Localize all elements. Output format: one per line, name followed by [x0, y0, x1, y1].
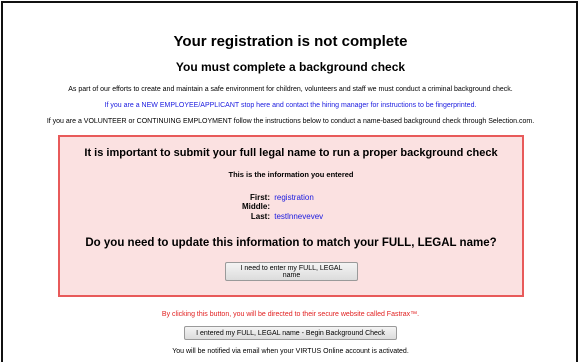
new-employee-note: If you are a NEW EMPLOYEE/APPLICANT stop… — [104, 102, 477, 109]
update-legal-name-button[interactable]: I need to enter my FULL, LEGAL name — [225, 262, 358, 281]
first-name-value: registration — [274, 193, 314, 202]
middle-name-row: Middle: — [210, 202, 272, 211]
first-name-label: First: — [250, 193, 270, 202]
legal-name-panel: It is important to submit your full lega… — [58, 135, 524, 297]
activation-notify-note: You will be notified via email when your… — [172, 348, 409, 355]
first-name-row: First: registration — [210, 193, 314, 202]
last-name-value: testlnnevevev — [274, 212, 324, 221]
update-question: Do you need to update this information t… — [85, 237, 497, 249]
begin-background-check-button[interactable]: I entered my FULL, LEGAL name - Begin Ba… — [184, 326, 397, 340]
panel-heading: It is important to submit your full lega… — [84, 147, 498, 159]
middle-name-label: Middle: — [242, 202, 270, 211]
entered-info-label: This is the information you entered — [228, 170, 354, 179]
page-title: Your registration is not complete — [173, 33, 408, 50]
volunteer-note: If you are a VOLUNTEER or CONTINUING EMP… — [46, 118, 535, 125]
page-subtitle: You must complete a background check — [175, 60, 406, 74]
last-name-row: Last: testlnnevevev — [210, 212, 323, 221]
last-name-label: Last: — [250, 212, 270, 221]
fastrax-redirect-note: By clicking this button, you will be dir… — [161, 311, 420, 318]
intro-text: As part of our efforts to create and mai… — [68, 86, 513, 93]
